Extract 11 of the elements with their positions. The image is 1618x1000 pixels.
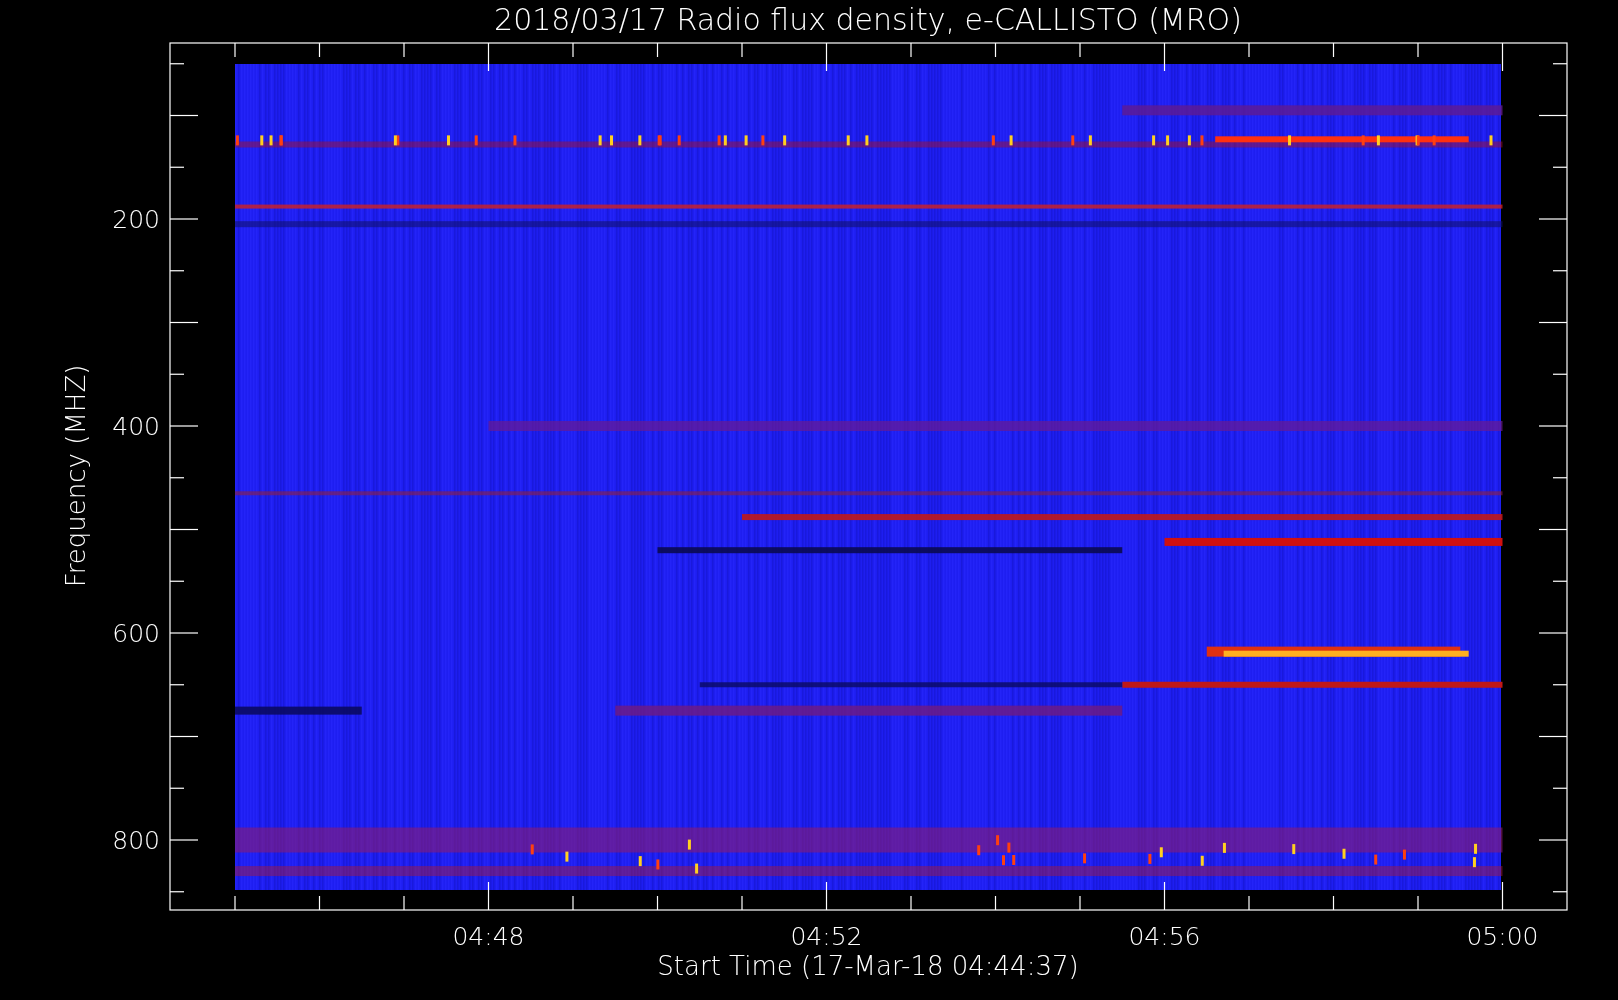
x-tick-label: 04:48 — [452, 922, 525, 951]
y-tick-label: 200 — [112, 205, 160, 234]
y-tick-label: 400 — [112, 412, 160, 441]
y-axis-label: Frequency (MHZ) — [61, 364, 91, 588]
y-tick-label: 800 — [112, 826, 160, 855]
x-tick-label: 05:00 — [1466, 922, 1539, 951]
x-axis-label: Start Time (17-Mar-18 04:44:37) — [657, 951, 1079, 981]
chart-title: 2018/03/17 Radio flux density, e-CALLISTO (MRO) — [494, 2, 1242, 37]
x-tick-label: 04:56 — [1128, 922, 1201, 951]
y-tick-label: 600 — [112, 619, 160, 648]
x-tick-label: 04:52 — [790, 922, 863, 951]
